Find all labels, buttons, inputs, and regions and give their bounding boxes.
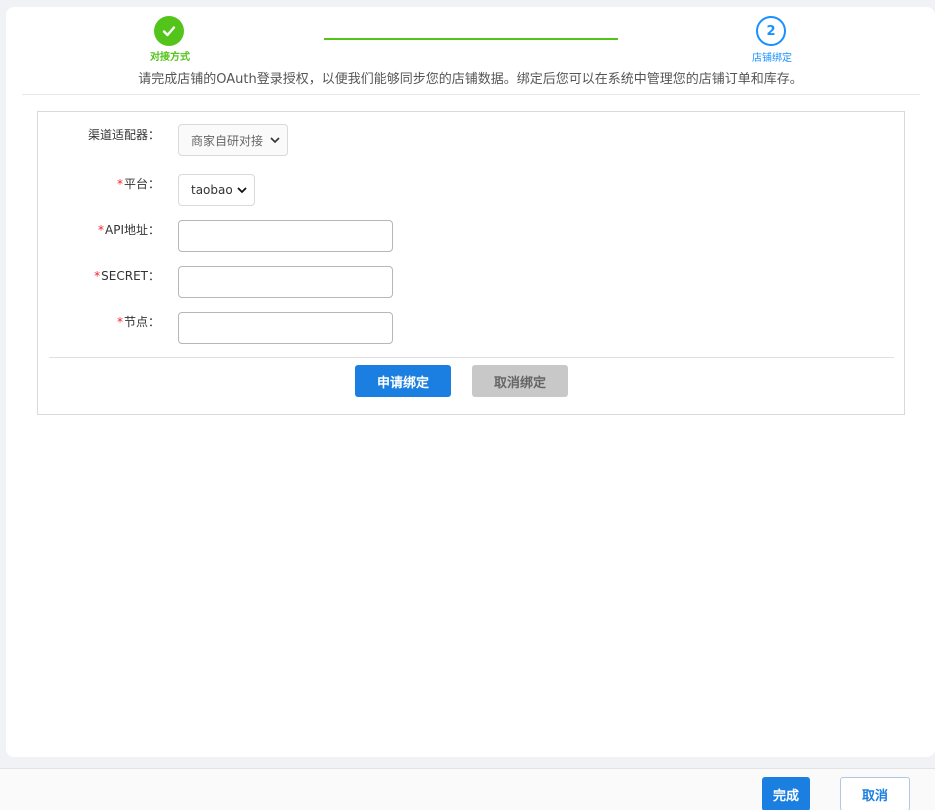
api-label: *API地址： (98, 223, 160, 237)
required-mark: * (116, 177, 123, 191)
step-1-check-icon (154, 16, 184, 46)
cancel-button[interactable]: 取消 (840, 777, 910, 810)
adapter-label: 渠道适配器： (87, 128, 160, 142)
step-1-label: 对接方式 (150, 52, 190, 63)
secret-input[interactable] (178, 266, 393, 298)
cancel-bind-button[interactable]: 取消绑定 (472, 365, 568, 397)
chevron-down-icon (237, 187, 247, 194)
instruction-text: 请完成店铺的OAuth登录授权，以便我们能够同步您的店铺数据。绑定后您可以在系统… (138, 72, 803, 87)
api-address-input[interactable] (178, 220, 393, 252)
step-2-label: 店铺绑定 (752, 53, 792, 64)
node-label: *节点： (116, 315, 160, 329)
step-2-circle: 2 (756, 16, 786, 46)
done-button[interactable]: 完成 (762, 777, 810, 810)
required-mark: * (116, 315, 123, 329)
check-icon (162, 26, 176, 37)
header-divider (22, 94, 920, 95)
node-input[interactable] (178, 312, 393, 344)
adapter-select[interactable]: 商家自研对接 (178, 124, 288, 156)
form-divider (49, 357, 894, 358)
platform-select-value: taobao (191, 183, 233, 197)
platform-select[interactable]: taobao (178, 174, 255, 206)
dialog-footer: 完成 取消 (0, 768, 935, 810)
platform-label: *平台： (116, 177, 160, 191)
step-connector (324, 38, 618, 40)
adapter-select-value: 商家自研对接 (191, 133, 264, 148)
required-mark: * (94, 269, 101, 283)
required-mark: * (98, 223, 104, 237)
secret-label: *SECRET： (94, 269, 160, 283)
chevron-down-icon (270, 137, 280, 144)
apply-bind-button[interactable]: 申请绑定 (355, 365, 451, 397)
bind-form: 渠道适配器： 商家自研对接 *平台： taobao *API地址： *SECRE… (37, 111, 905, 415)
